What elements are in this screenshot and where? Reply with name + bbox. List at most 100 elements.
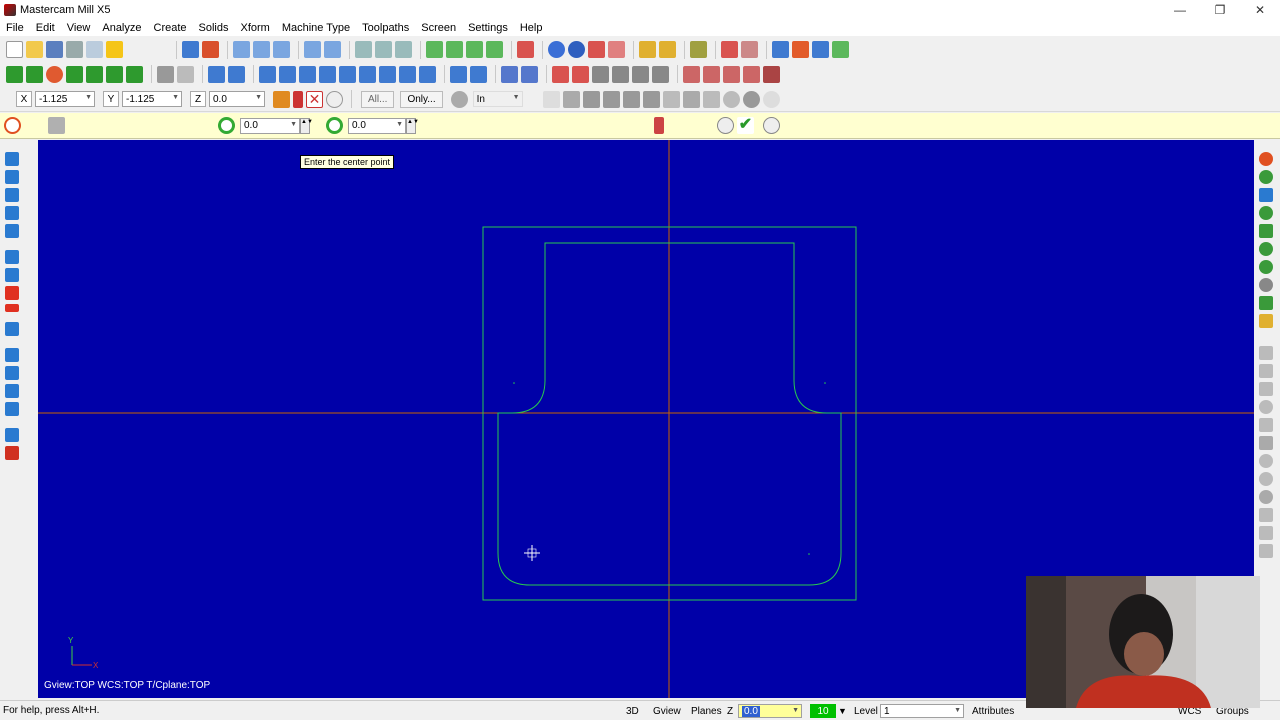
maximize-button[interactable]: ❐ — [1200, 0, 1240, 20]
layer-tool-icon[interactable] — [1259, 296, 1273, 310]
surface-sweep-icon[interactable] — [5, 286, 19, 300]
solid-shell-icon[interactable] — [5, 446, 19, 460]
stretch-icon[interactable] — [470, 65, 487, 83]
ok-check-icon[interactable]: ✔ — [737, 117, 754, 134]
corner-tool-icon[interactable] — [1259, 224, 1273, 238]
surface-trim-icon[interactable] — [5, 322, 19, 336]
analyze-icon[interactable] — [639, 41, 656, 58]
ribbon-help-icon[interactable] — [763, 117, 780, 134]
offset-icon[interactable] — [339, 65, 356, 83]
list-icon[interactable] — [572, 65, 589, 83]
menu-settings[interactable]: Settings — [468, 22, 508, 34]
vector-select-icon[interactable] — [622, 90, 640, 108]
close-button[interactable]: ✕ — [1240, 0, 1280, 20]
menu-file[interactable]: File — [6, 22, 24, 34]
arc-create-icon[interactable] — [5, 188, 19, 202]
rectangle-icon[interactable] — [126, 65, 143, 83]
lightbulb-icon[interactable] — [106, 41, 123, 58]
config-icon[interactable] — [741, 41, 758, 58]
open-file-icon[interactable] — [26, 41, 43, 58]
menu-create[interactable]: Create — [154, 22, 187, 34]
disabled-tool-icon[interactable] — [1259, 454, 1273, 468]
zoom-window-icon[interactable] — [253, 41, 270, 58]
polygon-select-icon[interactable] — [602, 90, 620, 108]
circle-icon[interactable] — [46, 65, 63, 83]
color-swatch[interactable]: 10 — [810, 704, 836, 718]
disabled-tool-icon[interactable] — [1259, 382, 1273, 396]
surface-create-icon[interactable] — [5, 250, 19, 264]
project-icon[interactable] — [379, 65, 396, 83]
x-coordinate-input[interactable]: -1.125 ▼ — [35, 91, 95, 107]
post-icon[interactable] — [832, 41, 849, 58]
tangent-icon[interactable] — [654, 117, 664, 134]
move-icon[interactable] — [182, 41, 199, 58]
z-coordinate-input[interactable]: 0.0 ▼ — [209, 91, 265, 107]
edit-center-point-icon[interactable] — [48, 117, 65, 134]
solid-select-icon[interactable] — [702, 90, 720, 108]
chevron-down-icon[interactable]: ▼ — [954, 707, 961, 714]
chevron-down-icon[interactable]: ▼ — [396, 121, 403, 128]
disabled-tool-icon[interactable] — [1259, 490, 1273, 504]
blank-icon[interactable] — [395, 41, 412, 58]
contour-icon[interactable] — [703, 65, 720, 83]
menu-xform[interactable]: Xform — [241, 22, 270, 34]
chevron-down-icon[interactable]: ▼ — [513, 94, 520, 101]
verify-icon[interactable] — [812, 41, 829, 58]
drag-icon[interactable] — [450, 65, 467, 83]
face-icon[interactable] — [743, 65, 760, 83]
loop-tool-icon[interactable] — [1259, 260, 1273, 274]
chevron-down-icon[interactable]: ▼ — [792, 707, 799, 714]
print-preview-icon[interactable] — [86, 41, 103, 58]
chevron-down-icon[interactable]: ▼ — [172, 94, 179, 101]
surface-fillet-icon[interactable] — [5, 304, 19, 312]
mirror-icon[interactable] — [279, 65, 296, 83]
note-icon[interactable] — [521, 65, 538, 83]
color-dropdown-icon[interactable]: ▼ — [838, 704, 847, 718]
pocket-icon[interactable] — [723, 65, 740, 83]
tool-icon[interactable] — [763, 65, 780, 83]
help-icon[interactable] — [326, 90, 343, 108]
menu-analyze[interactable]: Analyze — [102, 22, 141, 34]
undo-tool-icon[interactable] — [1259, 278, 1273, 292]
fillet-icon[interactable] — [86, 65, 103, 83]
new-file-icon[interactable] — [6, 41, 23, 58]
hide-icon[interactable] — [375, 41, 392, 58]
line-create-icon[interactable] — [5, 170, 19, 184]
zoom-out-icon[interactable] — [324, 41, 341, 58]
disabled-tool-icon[interactable] — [1259, 436, 1273, 450]
view-cube-icon[interactable] — [517, 41, 534, 58]
measure-icon[interactable] — [659, 41, 676, 58]
planes-button[interactable]: Planes — [691, 704, 722, 718]
z-depth-input[interactable]: 0.0 ▼ — [738, 704, 802, 718]
drill-icon[interactable] — [683, 65, 700, 83]
chevron-down-icon[interactable]: ▼ — [85, 94, 92, 101]
attributes-button[interactable]: Attributes — [972, 704, 1014, 718]
solid-extrude-icon[interactable] — [5, 348, 19, 362]
disabled-tool-icon[interactable] — [1259, 544, 1273, 558]
radius-icon[interactable] — [218, 117, 235, 134]
solid-icon[interactable] — [612, 65, 629, 83]
menu-machine-type[interactable]: Machine Type — [282, 22, 350, 34]
chamfer-tool-icon[interactable] — [1259, 242, 1273, 256]
stock-icon[interactable] — [652, 65, 669, 83]
cube-tool-icon[interactable] — [1259, 206, 1273, 220]
arc-icon[interactable] — [66, 65, 83, 83]
menu-edit[interactable]: Edit — [36, 22, 55, 34]
front-view-icon[interactable] — [446, 41, 463, 58]
level-input[interactable]: 1 ▼ — [880, 704, 964, 718]
ruler-tool-icon[interactable] — [1259, 314, 1273, 328]
rotate-icon[interactable] — [299, 65, 316, 83]
disabled-tool-icon[interactable] — [1259, 418, 1273, 432]
select-all-button[interactable]: All... — [361, 90, 395, 108]
gview-button[interactable]: Gview — [653, 704, 681, 718]
scale-icon[interactable] — [319, 65, 336, 83]
selection-help-icon[interactable] — [762, 90, 780, 108]
line-icon[interactable] — [26, 65, 43, 83]
box-tool-icon[interactable] — [1259, 170, 1273, 184]
minimize-button[interactable]: — — [1160, 0, 1200, 20]
grid-icon[interactable] — [552, 65, 569, 83]
print-icon[interactable] — [66, 41, 83, 58]
circle-tool-icon[interactable] — [1259, 152, 1273, 166]
disabled-tool-icon[interactable] — [1259, 526, 1273, 540]
save-icon[interactable] — [46, 41, 63, 58]
